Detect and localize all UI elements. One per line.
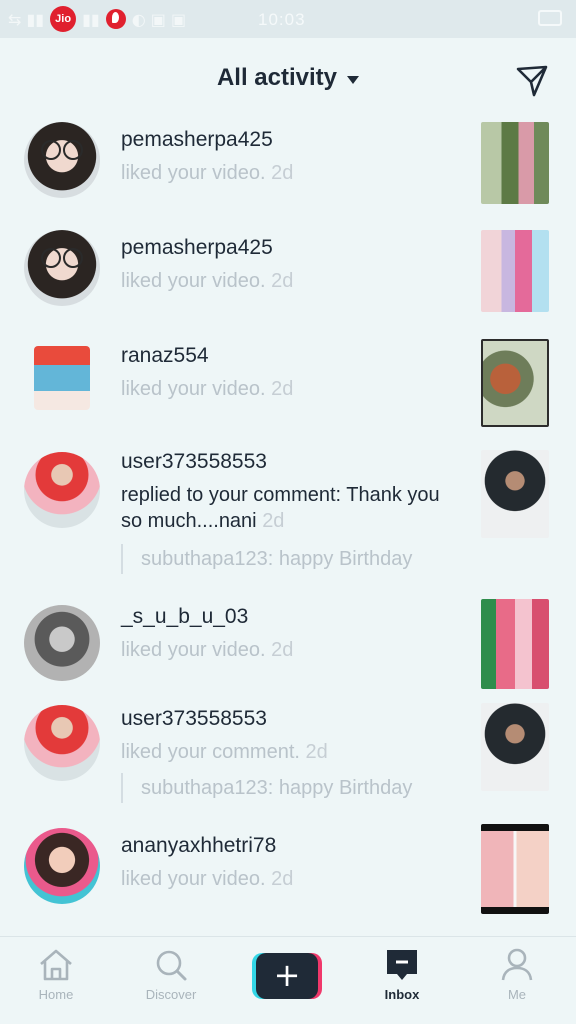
nav-inbox-label: Inbox [384, 987, 420, 1002]
nav-home-label: Home [38, 987, 74, 1002]
username[interactable]: _s_u_b_u_03 [121, 605, 248, 629]
avatar[interactable] [24, 452, 100, 528]
glasses-icon [41, 248, 83, 268]
avatar[interactable] [24, 705, 100, 781]
nav-home[interactable]: Home [16, 947, 96, 1002]
video-thumbnail[interactable] [481, 122, 549, 204]
username[interactable]: ranaz554 [121, 344, 209, 368]
jio-carrier-badge: Jio [50, 6, 77, 32]
username[interactable]: user373558553 [121, 707, 267, 731]
send-icon[interactable] [514, 63, 550, 99]
activity-row[interactable]: ananyaxhhetri78 liked your video. 2d [0, 824, 576, 924]
video-thumbnail[interactable] [481, 599, 549, 689]
wifi-icon: ▮▮ [82, 9, 100, 29]
notification-icon: ◐ ▣ ▣ [131, 9, 187, 29]
username[interactable]: pemasherpa425 [121, 128, 273, 152]
activity-row[interactable]: pemasherpa425 liked your video. 2d [0, 226, 576, 334]
nav-me-label: Me [507, 987, 527, 1002]
username[interactable]: ananyaxhhetri78 [121, 834, 276, 858]
page-title: All activity [216, 64, 338, 91]
activity-text: liked your video. 2d [121, 868, 294, 890]
quoted-comment: subuthapa123: happy Birthday [121, 773, 412, 803]
quoted-comment: subuthapa123: happy Birthday [121, 544, 412, 574]
signal-icon: ⇆ ▮▮ [8, 9, 45, 29]
home-icon [40, 949, 72, 981]
video-thumbnail[interactable] [481, 230, 549, 312]
bottom-navigation: Home Discover + Inbox Me [0, 936, 576, 1024]
activity-row[interactable]: _s_u_b_u_03 liked your video. 2d [0, 597, 576, 699]
activity-text: liked your video. 2d [121, 378, 294, 400]
video-thumbnail[interactable] [481, 339, 549, 427]
activity-text: liked your video. 2d [121, 270, 294, 292]
nav-me[interactable]: Me [477, 947, 557, 1002]
create-video-button[interactable]: + [252, 953, 322, 999]
activity-text: liked your comment. 2d [121, 741, 328, 763]
nav-discover[interactable]: Discover [131, 947, 211, 1002]
plus-icon: + [256, 953, 318, 999]
glasses-icon [41, 140, 83, 160]
video-thumbnail[interactable] [481, 703, 549, 791]
avatar[interactable] [24, 605, 100, 681]
caret-down-icon [347, 76, 360, 84]
activity-row[interactable]: user373558553 liked your comment. 2d sub… [0, 699, 576, 824]
vodafone-icon [105, 9, 126, 29]
video-thumbnail[interactable] [481, 450, 549, 538]
username[interactable]: user373558553 [121, 450, 267, 474]
activity-text: liked your video. 2d [121, 639, 294, 661]
activity-filter-dropdown[interactable]: All activity [0, 64, 576, 92]
activity-text: replied to your comment: Thank you so mu… [121, 484, 440, 532]
avatar[interactable] [24, 122, 100, 198]
status-time: 10:03 [258, 10, 306, 29]
activity-list: pemasherpa425 liked your video. 2d pemas… [0, 118, 576, 924]
activity-row[interactable]: pemasherpa425 liked your video. 2d [0, 118, 576, 226]
avatar[interactable] [24, 828, 100, 904]
profile-icon [501, 948, 533, 981]
nav-inbox[interactable]: Inbox [362, 947, 442, 1002]
activity-text: liked your video. 2d [121, 162, 294, 184]
nav-discover-label: Discover [145, 987, 197, 1002]
activity-row[interactable]: user373558553 replied to your comment: T… [0, 440, 576, 597]
status-bar: ⇆ ▮▮ Jio ▮▮ ◐ ▣ ▣ 10:03 [0, 0, 576, 38]
username[interactable]: pemasherpa425 [121, 236, 273, 260]
activity-header: All activity [0, 38, 576, 118]
avatar[interactable] [24, 230, 100, 306]
inbox-icon [387, 950, 417, 980]
avatar[interactable] [34, 346, 90, 410]
battery-icon [538, 10, 562, 26]
video-thumbnail[interactable] [481, 824, 549, 914]
search-icon [156, 950, 187, 981]
activity-row[interactable]: ranaz554 liked your video. 2d [0, 334, 576, 440]
